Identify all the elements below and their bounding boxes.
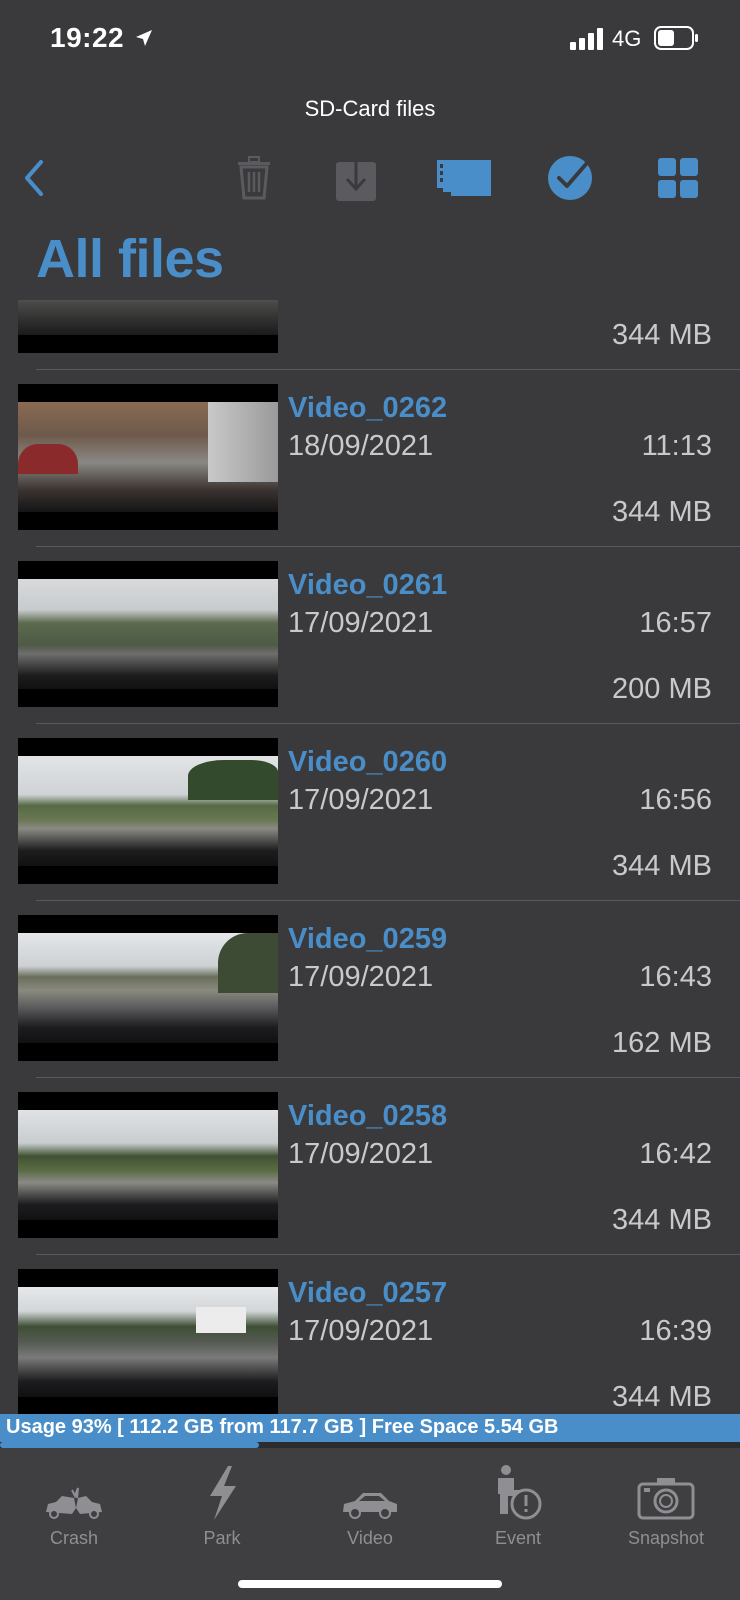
tab-event[interactable]: Event bbox=[444, 1462, 592, 1562]
file-time: 11:13 bbox=[641, 430, 712, 462]
file-date: 18/09/2021 bbox=[288, 430, 434, 462]
nav-title: SD-Card files bbox=[304, 96, 436, 121]
back-button[interactable] bbox=[6, 150, 62, 206]
file-name: Video_0259 bbox=[288, 923, 448, 955]
file-size: 162 MB bbox=[612, 1027, 712, 1059]
file-date: 17/09/2021 bbox=[288, 607, 434, 639]
grid-view-button[interactable] bbox=[650, 150, 706, 206]
file-time: 16:57 bbox=[639, 607, 712, 639]
tab-video[interactable]: Video bbox=[296, 1462, 444, 1562]
status-bar: 19:22 4G bbox=[0, 0, 740, 80]
signal-icon bbox=[570, 28, 603, 50]
tab-label: Video bbox=[347, 1528, 393, 1548]
trash-icon bbox=[238, 156, 270, 200]
file-size: 200 MB bbox=[612, 673, 712, 705]
file-time: 16:39 bbox=[639, 1315, 712, 1347]
file-name: Video_0261 bbox=[288, 569, 448, 601]
file-list: 344 MB Video_0262 18/09/2021 11:13 344 M… bbox=[0, 300, 740, 1414]
file-size: 344 MB bbox=[612, 319, 712, 351]
file-size: 344 MB bbox=[612, 1204, 712, 1236]
tab-label: Park bbox=[203, 1528, 241, 1548]
tab-label: Event bbox=[494, 1528, 542, 1548]
location-arrow-icon bbox=[136, 30, 152, 46]
tab-crash[interactable]: Crash bbox=[0, 1462, 148, 1562]
video-thumbnail bbox=[18, 1269, 278, 1414]
crash-icon bbox=[46, 1487, 102, 1519]
file-size: 344 MB bbox=[612, 850, 712, 882]
tab-park[interactable]: Park bbox=[148, 1462, 296, 1562]
file-size: 344 MB bbox=[612, 1381, 712, 1413]
file-row[interactable]: Video_0261 17/09/2021 16:57 200 MB bbox=[0, 547, 740, 724]
tab-label: Crash bbox=[49, 1528, 98, 1548]
file-row[interactable]: Video_0262 18/09/2021 11:13 344 MB bbox=[0, 370, 740, 547]
tab-snapshot[interactable]: Snapshot bbox=[592, 1462, 740, 1562]
video-thumbnail bbox=[18, 1092, 278, 1238]
file-row[interactable]: Video_0259 17/09/2021 16:43 162 MB bbox=[0, 901, 740, 1078]
toolbar bbox=[0, 150, 740, 210]
status-time: 19:22 bbox=[50, 22, 125, 53]
download-icon bbox=[336, 156, 376, 201]
tab-label: Snapshot bbox=[627, 1528, 705, 1548]
network-type: 4G bbox=[612, 26, 642, 51]
delete-button[interactable] bbox=[226, 150, 282, 206]
file-time: 16:43 bbox=[639, 961, 712, 993]
file-date: 17/09/2021 bbox=[288, 784, 434, 816]
checkmark-circle-icon bbox=[548, 156, 592, 200]
chevron-left-icon bbox=[25, 160, 43, 196]
lightning-icon bbox=[210, 1466, 236, 1520]
file-row[interactable]: 344 MB bbox=[0, 300, 740, 370]
video-thumbnail bbox=[18, 384, 278, 530]
sd-card-button[interactable] bbox=[434, 150, 494, 206]
event-icon bbox=[498, 1465, 542, 1520]
home-indicator bbox=[238, 1580, 502, 1588]
file-row[interactable]: Video_0257 17/09/2021 16:39 344 MB bbox=[0, 1255, 740, 1414]
file-row[interactable]: Video_0258 17/09/2021 16:42 344 MB bbox=[0, 1078, 740, 1255]
tab-bar: Crash Park Video Event Snapshot bbox=[0, 1448, 740, 1600]
grid-icon bbox=[658, 158, 698, 198]
file-name: Video_0260 bbox=[288, 746, 448, 778]
storage-usage-bar: Usage 93% [ 112.2 GB from 117.7 GB ] Fre… bbox=[0, 1414, 740, 1442]
video-thumbnail bbox=[18, 915, 278, 1061]
camera-icon bbox=[637, 1478, 695, 1520]
select-button[interactable] bbox=[542, 150, 598, 206]
storage-usage-text: Usage 93% [ 112.2 GB from 117.7 GB ] Fre… bbox=[6, 1416, 559, 1438]
file-date: 17/09/2021 bbox=[288, 1138, 434, 1170]
file-name: Video_0258 bbox=[288, 1100, 448, 1132]
file-time: 16:42 bbox=[639, 1138, 712, 1170]
download-button[interactable] bbox=[328, 150, 384, 206]
video-thumbnail bbox=[18, 561, 278, 707]
sd-card-icon bbox=[437, 160, 491, 196]
file-row[interactable]: Video_0260 17/09/2021 16:56 344 MB bbox=[0, 724, 740, 901]
video-thumbnail bbox=[18, 738, 278, 884]
page-title: All files bbox=[36, 229, 224, 289]
file-date: 17/09/2021 bbox=[288, 961, 434, 993]
video-thumbnail bbox=[18, 300, 278, 353]
battery-icon bbox=[654, 26, 698, 50]
file-time: 16:56 bbox=[639, 784, 712, 816]
file-size: 344 MB bbox=[612, 496, 712, 528]
car-icon bbox=[343, 1493, 397, 1519]
file-date: 17/09/2021 bbox=[288, 1315, 434, 1347]
file-name: Video_0257 bbox=[288, 1277, 448, 1309]
file-name: Video_0262 bbox=[288, 392, 448, 424]
